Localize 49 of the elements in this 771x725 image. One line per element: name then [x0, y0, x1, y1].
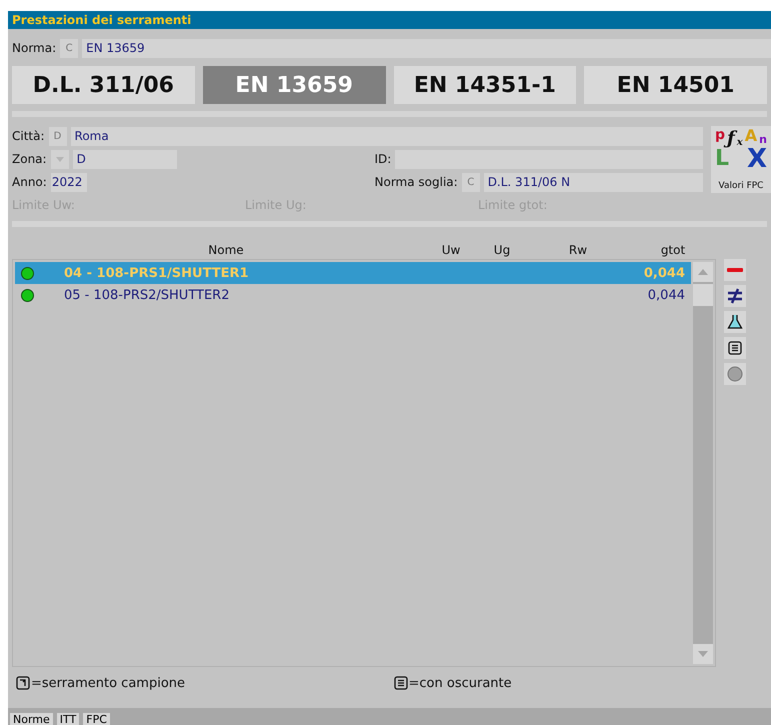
- down-arrow-icon: [698, 651, 708, 657]
- norm-tab[interactable]: EN 13659: [202, 66, 386, 104]
- citta-field[interactable]: Roma: [70, 126, 703, 146]
- norm-tab[interactable]: EN 14501: [584, 66, 767, 104]
- column-header: Ug: [492, 243, 512, 257]
- gtot-cell-text: 0,044: [648, 288, 686, 302]
- scroll-down-button[interactable]: [693, 644, 713, 664]
- not-equal-button[interactable]: [724, 285, 746, 307]
- norm-tab[interactable]: EN 14351-1: [394, 66, 576, 104]
- anno-label: Anno:: [12, 175, 47, 189]
- list-row[interactable]: 05 - 108-PRS2/SHUTTER2 0,044: [15, 284, 691, 306]
- bottom-tab[interactable]: FPC: [83, 713, 110, 725]
- column-header: Nome: [207, 243, 245, 257]
- list-button[interactable]: [724, 337, 746, 359]
- citta-label: Città:: [12, 129, 45, 143]
- dropdown-caret-icon[interactable]: [56, 156, 64, 162]
- norm-tab[interactable]: D.L. 311/06: [12, 66, 195, 104]
- minus-icon: [727, 268, 743, 272]
- flask-icon: [727, 314, 743, 330]
- list-icon: [728, 341, 742, 355]
- window-title: Prestazioni dei serramenti: [8, 11, 771, 29]
- zona-field[interactable]: D: [72, 150, 177, 168]
- id-label: ID:: [374, 152, 392, 166]
- bottom-tab[interactable]: Norme: [10, 713, 53, 725]
- column-header: Uw: [440, 243, 462, 257]
- norma-field[interactable]: EN 13659: [82, 38, 771, 58]
- column-header: Rw: [568, 243, 588, 257]
- norma-soglia-label: Norma soglia:: [374, 175, 458, 189]
- scrollbar[interactable]: [693, 262, 713, 664]
- not-equal-icon: [727, 288, 743, 304]
- gtot-cell-text: 0,044: [644, 266, 686, 280]
- bottom-tab[interactable]: ITT: [56, 713, 80, 725]
- norma-label: Norma:: [12, 41, 56, 55]
- anno-field[interactable]: 2022: [50, 172, 87, 192]
- circle-icon: [727, 366, 743, 382]
- name-cell-text: 04 - 108-PRS1/SHUTTER1: [64, 266, 250, 280]
- name-cell-text: 05 - 108-PRS2/SHUTTER2: [64, 288, 230, 302]
- column-header: gtot: [660, 243, 686, 257]
- list-icon: [394, 676, 408, 690]
- legend-text: =serramento campione: [31, 676, 186, 690]
- legend-text: =con oscurante: [408, 676, 512, 690]
- scroll-thumb[interactable]: [693, 284, 713, 306]
- scroll-up-button[interactable]: [693, 262, 713, 282]
- norma-soglia-field[interactable]: D.L. 311/06 N: [484, 172, 703, 192]
- zona-label: Zona:: [12, 152, 47, 166]
- window-sample-icon: [16, 676, 30, 690]
- flask-button[interactable]: [724, 311, 746, 333]
- up-arrow-icon: [698, 269, 708, 275]
- dropdown-button[interactable]: [50, 150, 69, 168]
